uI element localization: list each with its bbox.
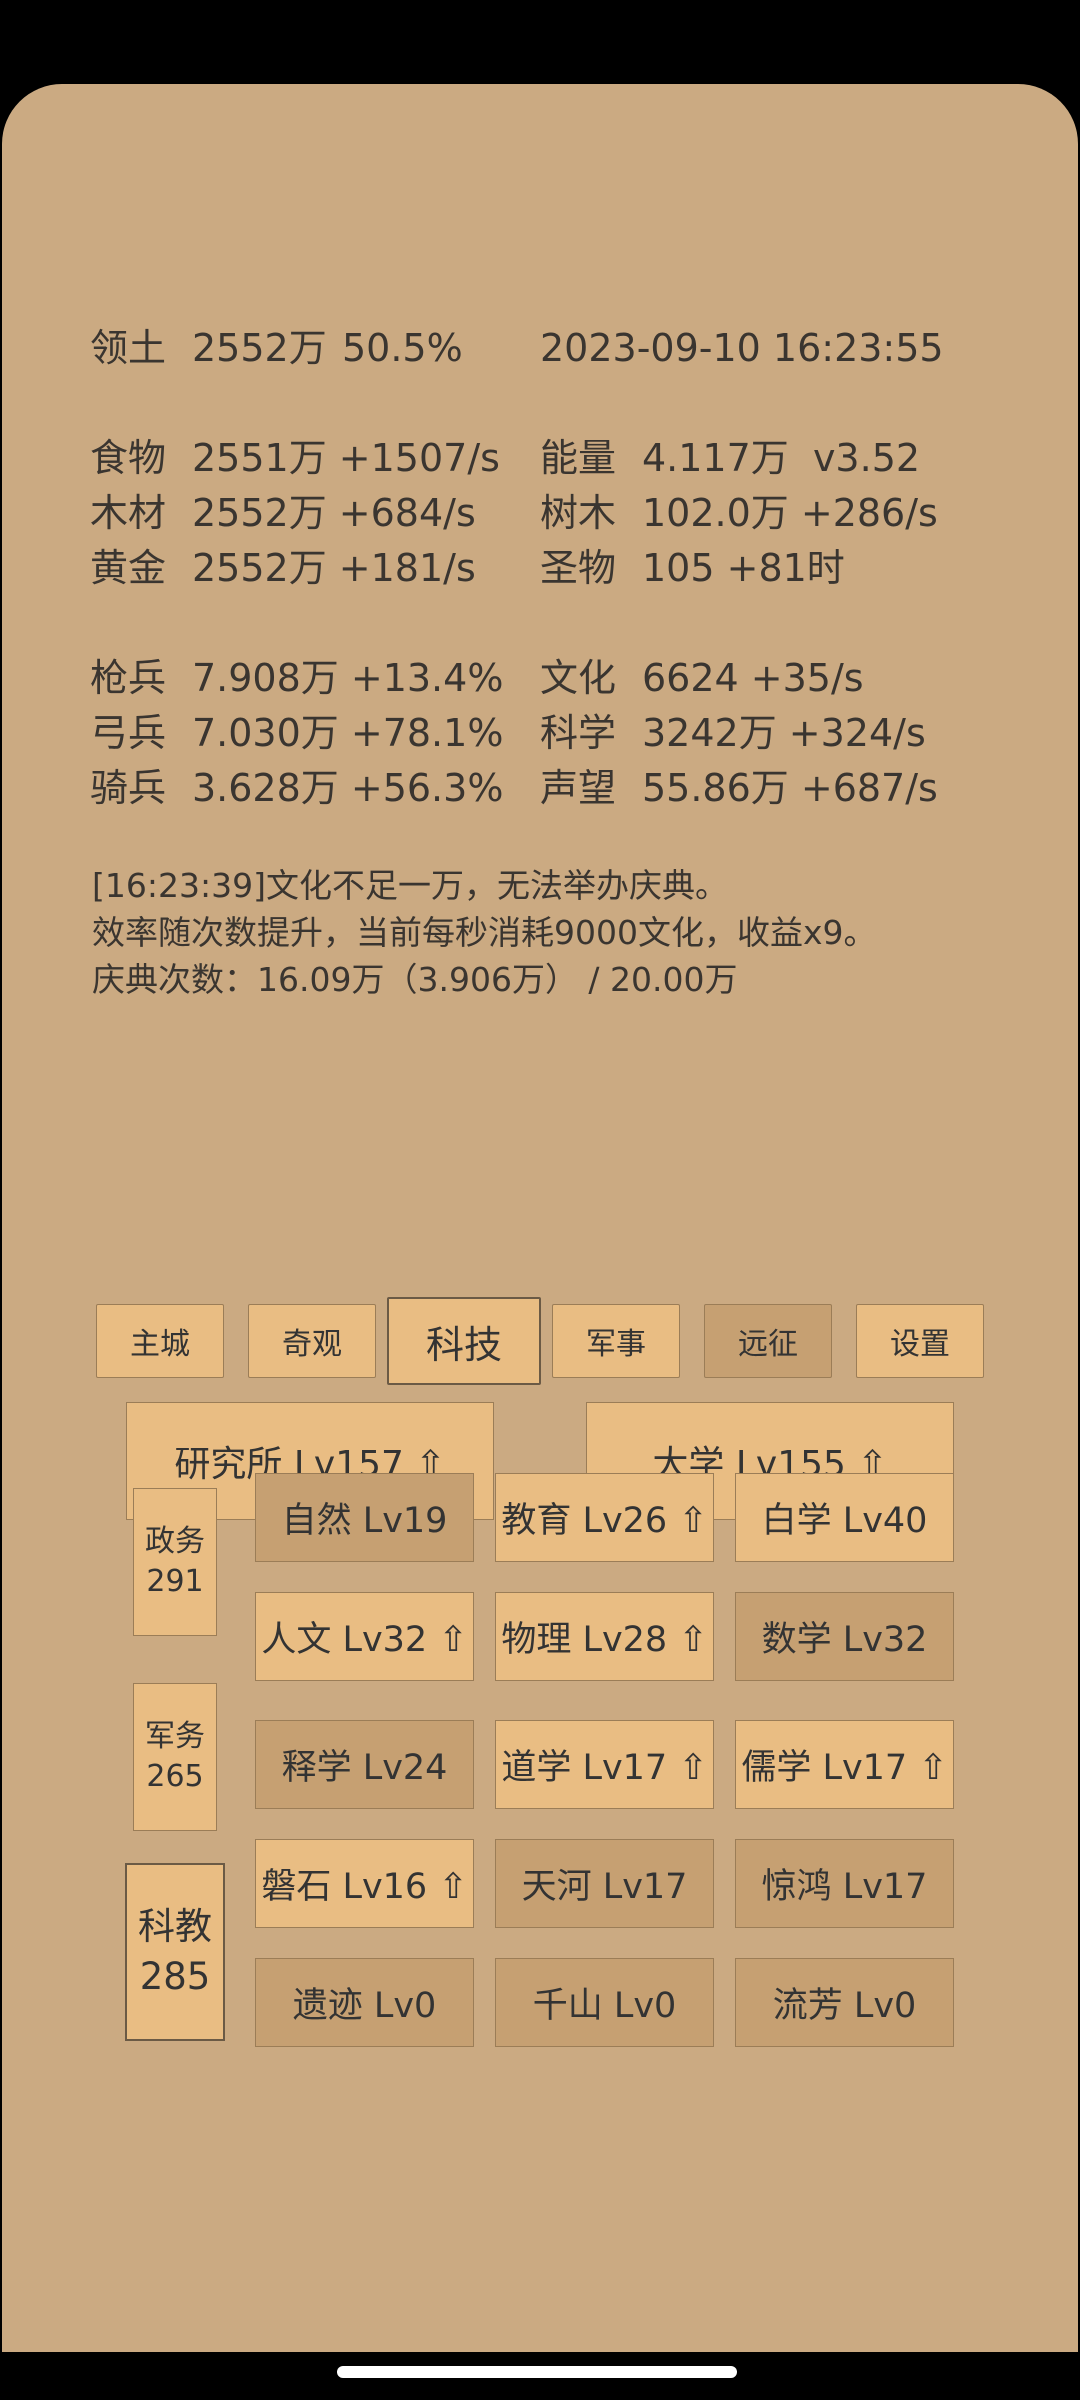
game-screen: 领土 2552万 50.5% 2023-09-10 16:23:55 食物 25…: [0, 0, 1080, 2400]
tech-education[interactable]: 教育 Lv26 ⇧: [495, 1473, 714, 1562]
unit-spearmen-value: 7.908万 +13.4%: [192, 656, 504, 700]
tech-mathematics[interactable]: 数学 Lv32: [735, 1592, 954, 1681]
prestige-label: 声望: [540, 766, 617, 810]
tab-main-city[interactable]: 主城: [96, 1304, 224, 1378]
tech-physics[interactable]: 物理 Lv28 ⇧: [495, 1592, 714, 1681]
unit-archers-value: 7.030万 +78.1%: [192, 711, 504, 755]
tech-baixue[interactable]: 白学 Lv40: [735, 1473, 954, 1562]
datetime: 2023-09-10 16:23:55: [540, 326, 944, 370]
resource-wood-value: 2552万 +684/s: [192, 491, 476, 535]
resource-energy-value: 4.117万 v3.52: [642, 436, 921, 480]
tab-technology[interactable]: 科技: [387, 1297, 541, 1385]
unit-spearmen-label: 枪兵: [90, 656, 167, 700]
tech-buddhism[interactable]: 释学 Lv24: [255, 1720, 474, 1809]
tech-humanities[interactable]: 人文 Lv32 ⇧: [255, 1592, 474, 1681]
science-value: 3242万 +324/s: [642, 711, 926, 755]
home-indicator[interactable]: [337, 2366, 737, 2378]
resource-relics-label: 圣物: [540, 546, 617, 590]
resource-relics-value: 105 +81时: [642, 546, 845, 590]
tech-bedrock[interactable]: 磐石 Lv16 ⇧: [255, 1839, 474, 1928]
tech-qianshan[interactable]: 千山 Lv0: [495, 1958, 714, 2047]
tab-military[interactable]: 军事: [552, 1304, 680, 1378]
category-government[interactable]: 政务 291: [133, 1488, 217, 1636]
tech-taoism[interactable]: 道学 Lv17 ⇧: [495, 1720, 714, 1809]
main-panel: 领土 2552万 50.5% 2023-09-10 16:23:55 食物 25…: [2, 84, 1078, 2352]
resource-food-value: 2551万 +1507/s: [192, 436, 500, 480]
tab-settings[interactable]: 设置: [856, 1304, 984, 1378]
message-line: 效率随次数提升，当前每秒消耗9000文化，收益x9。: [92, 913, 877, 952]
unit-archers-label: 弓兵: [90, 711, 167, 755]
category-science-education[interactable]: 科教 285: [125, 1863, 225, 2041]
resource-trees-value: 102.0万 +286/s: [642, 491, 938, 535]
science-label: 科学: [540, 711, 617, 755]
resource-trees-label: 树木: [540, 491, 617, 535]
resource-energy-label: 能量: [540, 436, 617, 480]
culture-value: 6624 +35/s: [642, 656, 864, 700]
tab-wonders[interactable]: 奇观: [248, 1304, 376, 1378]
category-name: 军务: [145, 1719, 205, 1754]
resource-gold-value: 2552万 +181/s: [192, 546, 476, 590]
territory-percent: 50.5%: [342, 326, 463, 370]
territory-label: 领土: [90, 326, 167, 370]
message-line: 庆典次数：16.09万（3.906万） / 20.00万: [92, 960, 738, 999]
category-value: 291: [146, 1564, 204, 1599]
category-military-affairs[interactable]: 军务 265: [133, 1683, 217, 1831]
prestige-value: 55.86万 +687/s: [642, 766, 938, 810]
resource-wood-label: 木材: [90, 491, 167, 535]
category-value: 265: [146, 1759, 204, 1794]
tech-ruins[interactable]: 遗迹 Lv0: [255, 1958, 474, 2047]
resource-gold-label: 黄金: [90, 546, 167, 590]
tech-jinghong[interactable]: 惊鸿 Lv17: [735, 1839, 954, 1928]
unit-cavalry-label: 骑兵: [90, 766, 167, 810]
message-line: [16:23:39]文化不足一万，无法举办庆典。: [92, 866, 728, 905]
tech-milky-way[interactable]: 天河 Lv17: [495, 1839, 714, 1928]
tab-expedition[interactable]: 远征: [704, 1304, 832, 1378]
unit-cavalry-value: 3.628万 +56.3%: [192, 766, 504, 810]
culture-label: 文化: [540, 656, 617, 700]
category-value: 285: [139, 1955, 211, 1998]
tech-nature[interactable]: 自然 Lv19: [255, 1473, 474, 1562]
category-name: 政务: [145, 1524, 205, 1559]
tech-liufang[interactable]: 流芳 Lv0: [735, 1958, 954, 2047]
tech-confucianism[interactable]: 儒学 Lv17 ⇧: [735, 1720, 954, 1809]
resource-food-label: 食物: [90, 436, 167, 480]
territory-value: 2552万: [192, 326, 327, 370]
category-name: 科教: [138, 1905, 212, 1948]
